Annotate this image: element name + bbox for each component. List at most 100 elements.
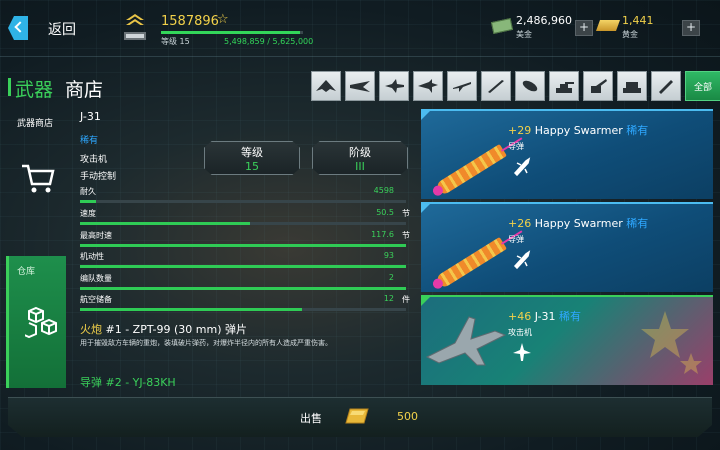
stat-row: 航空储备 12 件 — [80, 294, 410, 314]
happy-swarmer-missile-icon — [435, 236, 507, 290]
player-level-label: 等级 15 — [161, 37, 190, 46]
item-card-title: +46 J-31 稀有 — [508, 308, 581, 324]
item-card-title: +29 Happy Swarmer 稀有 — [508, 122, 648, 138]
gold-bar-icon — [595, 20, 621, 31]
experience-progress-bar — [161, 31, 303, 34]
gold-bar-icon — [345, 408, 369, 424]
experience-progress-fill — [161, 31, 300, 34]
item-card[interactable]: +26 Happy Swarmer 稀有 导弹 — [421, 202, 713, 292]
stat-bar — [80, 308, 406, 311]
experience-value: 1587896 — [161, 14, 219, 29]
item-card-type: 导弹 — [508, 235, 524, 244]
item-card-rarity: 稀有 — [626, 124, 649, 137]
item-card-bonus: +26 — [508, 217, 532, 230]
launcher-icon[interactable] — [617, 71, 647, 101]
stat-bar — [80, 200, 406, 203]
stat-bar-fill — [80, 200, 97, 203]
aircraft-name: J-31 — [80, 110, 101, 123]
stat-name: 速度 — [80, 209, 96, 218]
attack-jet-icon[interactable] — [447, 71, 477, 101]
warehouse-label: 仓库 — [17, 267, 36, 277]
nav-weapon-shop-label[interactable]: 武器商店 — [17, 116, 53, 129]
stat-unit: 节 — [402, 231, 410, 240]
stat-name: 最高时速 — [80, 231, 112, 240]
experience-progress-text: 5,498,859 / 5,625,000 — [224, 37, 314, 46]
stat-bar — [80, 244, 406, 247]
stat-bar-fill — [80, 222, 250, 225]
item-card-rarity: 稀有 — [626, 217, 649, 230]
boxes-icon — [21, 306, 59, 340]
card-corner — [421, 204, 430, 213]
filter-all-button[interactable]: 全部 — [685, 71, 720, 101]
stat-bar-fill — [80, 265, 406, 268]
stat-value: 4598 — [373, 186, 394, 195]
back-arrow-icon[interactable] — [8, 16, 28, 40]
stat-bar-fill — [80, 244, 406, 247]
weapon-slot-1-description: 用于摧毁敌方车辆的重炮，装填破片弹药，对爆炸半径内的所有人造成严重伤害。 — [80, 339, 332, 347]
rocket-icon[interactable] — [651, 71, 681, 101]
cash-icon — [490, 18, 514, 34]
stat-row: 机动性 93 — [80, 251, 410, 271]
item-card-selected[interactable]: +46 J-31 稀有 攻击机 — [421, 295, 713, 385]
cash-amount: 2,486,960 — [516, 14, 572, 27]
stealth-bomber-icon[interactable] — [345, 71, 375, 101]
stat-value: 117.6 — [371, 230, 394, 239]
back-button-label[interactable]: 返回 — [48, 19, 76, 39]
item-card-title: +26 Happy Swarmer 稀有 — [508, 215, 648, 231]
aircraft-type: 攻击机 — [80, 155, 108, 165]
stat-bar-fill — [80, 308, 302, 311]
weapon-slot-1[interactable]: 火炮 #1 - ZPT-99 (30 mm) 弹片 — [80, 321, 247, 337]
shopping-cart-icon[interactable] — [20, 160, 56, 196]
stat-name: 机动性 — [80, 252, 104, 261]
weapon-slot-2[interactable]: 导弹 #2 - YJ-83KH — [80, 374, 176, 390]
cash-label: 美金 — [516, 30, 532, 39]
missile-mini-icon — [513, 250, 531, 270]
level-box: 等级 15 — [204, 141, 300, 175]
item-card[interactable]: +29 Happy Swarmer 稀有 导弹 — [421, 109, 713, 199]
stat-bar — [80, 265, 406, 268]
item-card-name: Happy Swarmer — [531, 124, 627, 137]
add-gold-button[interactable]: + — [682, 20, 700, 36]
item-card-type: 导弹 — [508, 142, 524, 151]
missile-icon[interactable] — [481, 71, 511, 101]
flying-wing-icon[interactable] — [311, 71, 341, 101]
stat-bar-fill — [80, 287, 406, 290]
card-corner — [421, 297, 430, 306]
weapon-slot-1-type: 火炮 — [80, 323, 102, 336]
page-title-main: 武器 — [15, 79, 54, 101]
card-corner — [421, 111, 430, 120]
stat-row: 耐久 4598 — [80, 186, 410, 206]
sell-price: 500 — [397, 410, 418, 423]
stat-name: 耐久 — [80, 187, 96, 196]
stat-value: 12 — [383, 294, 394, 303]
fighter-jet-icon[interactable] — [379, 71, 409, 101]
missile-mini-icon — [513, 157, 531, 177]
turret-icon[interactable] — [549, 71, 579, 101]
item-card-bonus: +46 — [508, 310, 532, 323]
top-bar: 返回 1587896 ☆ 等级 15 5,498,859 / 5,625,000… — [0, 0, 720, 56]
bomb-icon[interactable] — [515, 71, 545, 101]
stat-bar — [80, 287, 406, 290]
sell-button[interactable]: 出售 — [300, 410, 322, 426]
stat-row: 编队数量 2 — [80, 273, 410, 293]
stat-value: 50.5 — [376, 208, 394, 217]
stat-value: 93 — [383, 251, 394, 260]
stat-bar — [80, 222, 406, 225]
item-card-rarity: 稀有 — [559, 310, 582, 323]
level-box-value: 15 — [245, 160, 259, 173]
item-card-bonus: +29 — [508, 124, 532, 137]
item-card-type: 攻击机 — [508, 328, 532, 337]
add-cash-button[interactable]: + — [575, 20, 593, 36]
top-divider — [0, 56, 720, 57]
flag-stars-decoration — [641, 311, 702, 374]
tier-box-label: 阶级 — [349, 146, 371, 159]
gold-amount: 1,441 — [622, 14, 654, 27]
level-box-label: 等级 — [241, 146, 263, 159]
title-accent-bar — [8, 78, 11, 96]
cannon-icon[interactable] — [583, 71, 613, 101]
category-filter-bar: 全部 — [311, 71, 720, 101]
item-card-name: Happy Swarmer — [531, 217, 627, 230]
delta-jet-icon[interactable] — [413, 71, 443, 101]
tier-box-value: III — [355, 160, 365, 173]
warehouse-tab[interactable]: 仓库 — [6, 256, 66, 388]
